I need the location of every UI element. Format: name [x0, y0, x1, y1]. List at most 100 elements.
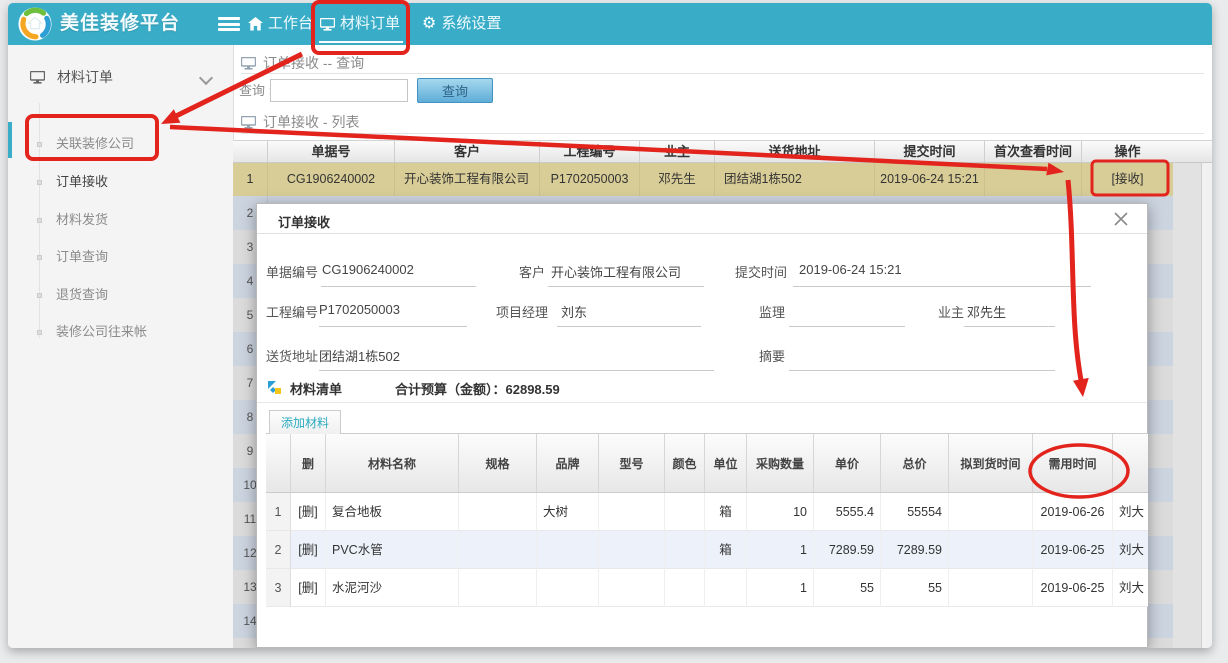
divider — [241, 73, 1204, 74]
field-label-project-no: 工程编号 — [266, 302, 318, 321]
sidebar-item-order-query[interactable]: 订单查询 — [8, 242, 233, 272]
field-value-owner: 邓先生 — [967, 302, 1006, 321]
grid-column-header — [1113, 434, 1148, 492]
grid-cell — [599, 569, 665, 607]
grid-column-header — [266, 434, 291, 492]
field-label-summary: 摘要 — [759, 346, 785, 365]
field-label-order-no: 单据编号 — [266, 262, 318, 281]
column-header: 业主 — [640, 141, 715, 162]
grid-cell: 大树 — [537, 493, 599, 531]
nav-item-material-order[interactable]: 材料订单 — [320, 3, 400, 45]
field-label-submit-time: 提交时间 — [735, 262, 787, 281]
grid-column-header: 品牌 — [537, 434, 599, 492]
order-table-selected-row[interactable]: 1 CG1906240002 开心装饰工程有限公司 P1702050003 邓先… — [233, 163, 1173, 196]
nav-item-system-settings[interactable]: ⚙ 系统设置 — [422, 3, 501, 45]
brand-logo-icon — [18, 7, 52, 41]
nav-active-underline — [319, 41, 403, 43]
grid-cell: 55 — [814, 569, 881, 607]
vertical-scrollbar[interactable] — [1202, 163, 1212, 648]
monitor-icon — [241, 116, 256, 129]
query-field-label: 查询 : — [239, 78, 272, 103]
grid-cell: 7289.59 — [881, 531, 949, 569]
field-value-submit-time: 2019-06-24 15:21 — [799, 262, 902, 277]
column-header: 单据号 — [268, 141, 395, 162]
row-number: 1 — [233, 163, 268, 196]
grid-cell — [949, 493, 1033, 531]
field-label-supervisor: 监理 — [759, 302, 785, 321]
delete-link[interactable]: [删] — [291, 531, 326, 569]
field-value-project-no: P1702050003 — [319, 302, 400, 317]
grid-cell: 刘大 — [1113, 531, 1148, 569]
grid-cell: 箱 — [705, 531, 747, 569]
field-value-customer: 开心装饰工程有限公司 — [551, 262, 681, 281]
grid-cell — [705, 569, 747, 607]
nav-item-label: 材料订单 — [340, 3, 400, 45]
grid-cell — [599, 493, 665, 531]
field-label-project-manager: 项目经理 — [496, 302, 548, 321]
field-label-customer: 客户 — [519, 262, 545, 281]
delete-link[interactable]: [删] — [291, 493, 326, 531]
grid-cell: 55 — [881, 569, 949, 607]
material-grid-row: 2[删]PVC水管箱17289.597289.592019-06-25刘大 — [266, 531, 1148, 569]
grid-cell: 2019-06-25 — [1033, 569, 1113, 607]
sidebar-item-material-ship[interactable]: 材料发货 — [8, 205, 233, 235]
material-grid-header: 删材料名称规格品牌型号颜色单位采购数量单价总价拟到货时间需用时间 — [266, 434, 1148, 493]
order-receive-dialog: 订单接收 单据编号 CG1906240002 客户 开心装饰工程有限公司 提交时… — [256, 203, 1148, 648]
table-filler-column — [1173, 163, 1202, 648]
monitor-icon — [30, 71, 45, 84]
column-header: 客户 — [395, 141, 540, 162]
divider — [257, 402, 1147, 403]
grid-cell — [459, 531, 537, 569]
bullet-icon — [37, 293, 42, 298]
cell-order-no: CG1906240002 — [268, 163, 395, 196]
app-window: 美佳装修平台 工作台 材料订单 ⚙ 系统设置 材料订单 关联装修公司 订单接收 … — [8, 3, 1212, 648]
sidebar-parent-material-order[interactable]: 材料订单 — [8, 57, 233, 97]
add-material-button[interactable]: 添加材料 — [269, 410, 341, 434]
grid-cell: 刘大 — [1113, 569, 1148, 607]
sidebar-item-company-account[interactable]: 装修公司往来帐 — [8, 317, 233, 347]
delete-link[interactable]: [删] — [291, 569, 326, 607]
grid-cell: 1 — [747, 531, 814, 569]
divider — [241, 133, 1204, 134]
grid-column-header: 拟到货时间 — [949, 434, 1033, 492]
grid-column-header: 总价 — [881, 434, 949, 492]
query-input[interactable] — [270, 79, 408, 102]
chevron-down-icon — [199, 71, 213, 85]
bullet-icon — [37, 330, 42, 335]
close-icon[interactable] — [1113, 211, 1129, 227]
dialog-title: 订单接收 — [278, 212, 330, 231]
sidebar-item-return-query[interactable]: 退货查询 — [8, 280, 233, 310]
grid-cell — [665, 493, 705, 531]
cell-first-view-time — [985, 163, 1082, 196]
grid-column-header: 单价 — [814, 434, 881, 492]
grid-cell: 水泥河沙 — [326, 569, 459, 607]
sidebar-item-linked-companies[interactable]: 关联装修公司 — [8, 129, 233, 159]
material-grid: 删材料名称规格品牌型号颜色单位采购数量单价总价拟到货时间需用时间 1[删]复合地… — [266, 433, 1148, 647]
column-header — [233, 141, 268, 162]
grid-column-header: 需用时间 — [1033, 434, 1113, 492]
grid-cell — [459, 569, 537, 607]
section-title-list: 订单接收 - 列表 — [241, 112, 359, 132]
accept-link[interactable]: [接收] — [1082, 163, 1173, 196]
monitor-icon — [320, 18, 335, 31]
grid-cell — [949, 531, 1033, 569]
grid-cell: PVC水管 — [326, 531, 459, 569]
top-navbar: 美佳装修平台 工作台 材料订单 ⚙ 系统设置 — [8, 3, 1212, 45]
hamburger-icon[interactable] — [218, 17, 240, 31]
order-table-header: 单据号 客户 工程编号 业主 送货地址 提交时间 首次查看时间 操作 — [233, 140, 1173, 163]
field-value-order-no: CG1906240002 — [322, 262, 414, 277]
sidebar-item-order-receive[interactable]: 订单接收 — [8, 167, 233, 197]
page: { "colors": { "navbar_teal": "#39adc7", … — [0, 0, 1228, 663]
grid-column-header: 删 — [291, 434, 326, 492]
grid-cell — [665, 569, 705, 607]
grid-cell — [665, 531, 705, 569]
sidebar: 材料订单 关联装修公司 订单接收 材料发货 订单查询 退货查询 装修公司往来帐 — [8, 45, 234, 648]
cell-customer: 开心装饰工程有限公司 — [395, 163, 540, 196]
row-number: 1 — [266, 493, 291, 531]
query-button[interactable]: 查询 — [417, 78, 493, 103]
grid-cell: 1 — [747, 569, 814, 607]
nav-item-workbench[interactable]: 工作台 — [248, 3, 313, 45]
column-header: 提交时间 — [875, 141, 985, 162]
bullet-icon — [37, 180, 42, 185]
grid-cell — [537, 569, 599, 607]
